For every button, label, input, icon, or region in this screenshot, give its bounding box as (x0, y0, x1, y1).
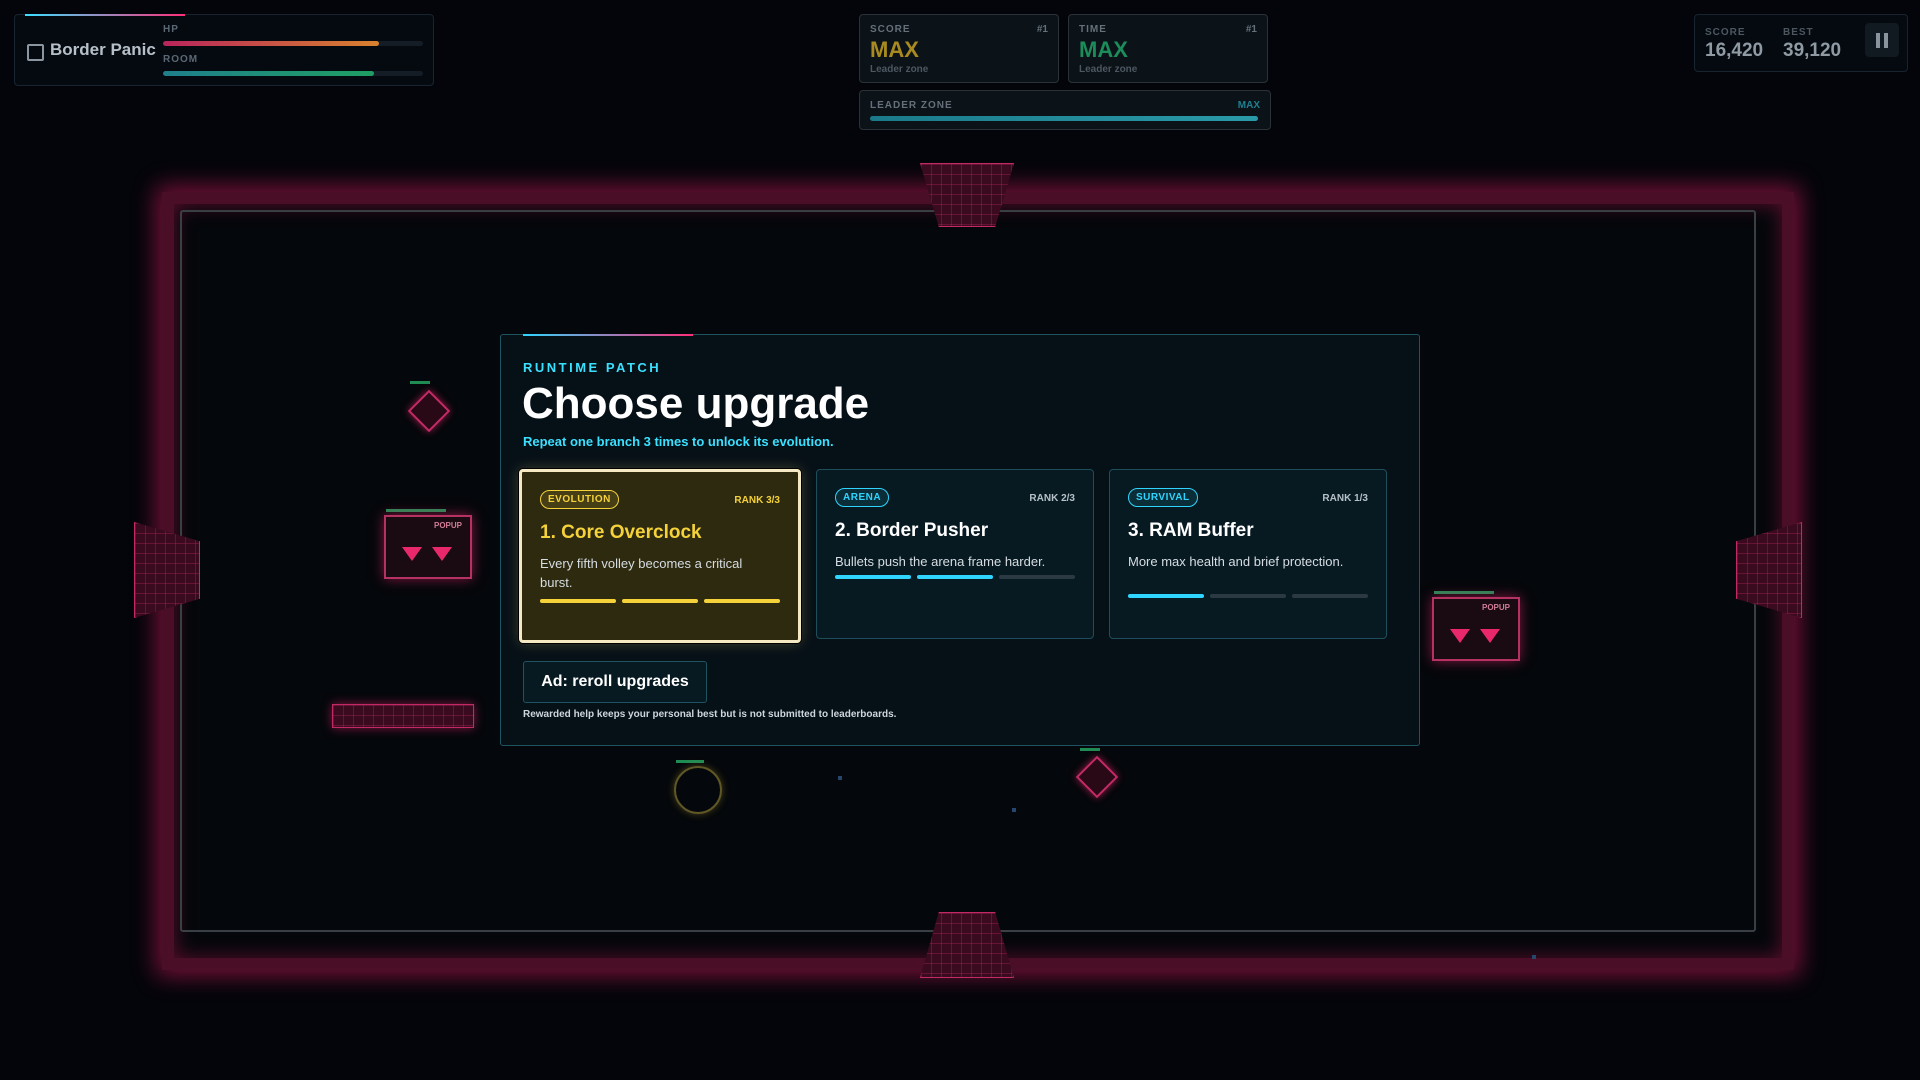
upgrade-progress (1128, 594, 1368, 598)
time-card-value: MAX (1079, 37, 1128, 62)
modal-accent-line (523, 334, 693, 336)
progress-pip (1292, 594, 1368, 598)
arena-barrier (332, 704, 474, 728)
room-label: ROOM (163, 54, 199, 65)
upgrade-card-ram-buffer[interactable]: SURVIVAL RANK 1/3 3. RAM Buffer More max… (1109, 469, 1387, 639)
upgrade-description: More max health and brief protection. (1128, 554, 1344, 569)
hp-bar (163, 41, 423, 46)
leader-zone-label: LEADER ZONE (870, 100, 953, 111)
leader-zone-fill (870, 116, 1258, 121)
upgrade-description: Every fifth volley becomes a critical bu… (540, 556, 743, 590)
enemy-hp-bar (1080, 748, 1100, 751)
modal-subtitle: Repeat one branch 3 times to unlock its … (523, 434, 834, 449)
upgrade-modal: RUNTIME PATCH Choose upgrade Repeat one … (500, 334, 1420, 746)
leader-zone-track (870, 116, 1258, 121)
pause-button[interactable] (1865, 23, 1899, 57)
enemy-hp-bar (386, 509, 446, 512)
enemy-eye-icon (1450, 629, 1470, 643)
popup-enemy: POPUP (1432, 597, 1520, 661)
upgrade-rank: RANK 2/3 (1029, 493, 1075, 504)
upgrade-description: Bullets push the arena frame harder. (835, 554, 1046, 569)
progress-pip (1210, 594, 1286, 598)
progress-pip (704, 599, 780, 603)
upgrade-tag: SURVIVAL (1128, 488, 1198, 507)
progress-pip (999, 575, 1075, 579)
progress-pip (622, 599, 698, 603)
time-card-sub: Leader zone (1079, 64, 1138, 75)
leader-zone-max: MAX (1237, 100, 1260, 111)
popup-enemy-title: POPUP (433, 521, 462, 530)
hp-label: HP (163, 24, 179, 35)
room-bar-fill (163, 71, 374, 76)
player-status-panel: Border Panic HP ROOM (14, 14, 434, 86)
popup-enemy: POPUP (384, 515, 472, 579)
upgrade-progress (540, 599, 780, 603)
upgrade-name: 2. Border Pusher (835, 520, 989, 541)
enemy-eye-icon (432, 547, 452, 561)
panel-accent-line (25, 14, 185, 16)
particle (1012, 808, 1016, 812)
upgrade-tag: ARENA (835, 488, 890, 507)
upgrade-progress (835, 575, 1075, 579)
enemy-hp-bar (1434, 591, 1494, 594)
particle (1532, 955, 1536, 959)
score-value: 16,420 (1705, 40, 1764, 61)
score-card-sub: Leader zone (870, 64, 929, 75)
enemy-eye-icon (402, 547, 422, 561)
score-leader-card: SCORE #1 MAX Leader zone (859, 14, 1059, 83)
upgrade-name: 1. Core Overclock (540, 522, 702, 543)
enemy-eye-icon (1480, 629, 1500, 643)
enemy-hp-bar (676, 760, 704, 763)
upgrade-rank: RANK 3/3 (734, 495, 780, 506)
upgrade-card-core-overclock[interactable]: EVOLUTION RANK 3/3 1. Core Overclock Eve… (519, 469, 801, 643)
hp-bar-fill (163, 41, 379, 46)
modal-eyebrow: RUNTIME PATCH (523, 360, 662, 375)
particle (838, 776, 842, 780)
turret-gear-icon (674, 766, 722, 814)
best-value: 39,120 (1783, 40, 1842, 61)
upgrade-rank: RANK 1/3 (1322, 493, 1368, 504)
upgrade-name: 3. RAM Buffer (1128, 520, 1254, 541)
room-bar (163, 71, 423, 76)
checkbox-icon[interactable] (27, 44, 44, 61)
time-card-rank: #1 (1245, 24, 1257, 35)
score-card-label: SCORE (870, 24, 911, 35)
upgrade-tag: EVOLUTION (540, 490, 619, 509)
game-name: Border Panic (50, 40, 156, 59)
progress-pip (917, 575, 993, 579)
score-label: SCORE (1705, 27, 1746, 38)
score-panel: SCORE 16,420 BEST 39,120 (1694, 14, 1908, 72)
enemy-hp-bar (410, 381, 430, 384)
popup-enemy-title: POPUP (1481, 603, 1510, 612)
upgrade-card-border-pusher[interactable]: ARENA RANK 2/3 2. Border Pusher Bullets … (816, 469, 1094, 639)
progress-pip (540, 599, 616, 603)
best-label: BEST (1783, 27, 1814, 38)
modal-title: Choose upgrade (522, 379, 870, 428)
leader-zone-bar: LEADER ZONE MAX (859, 90, 1271, 130)
reroll-note: Rewarded help keeps your personal best b… (523, 709, 897, 720)
time-card-label: TIME (1079, 24, 1107, 35)
score-card-value: MAX (870, 37, 919, 62)
progress-pip (835, 575, 911, 579)
progress-pip (1128, 594, 1204, 598)
time-leader-card: TIME #1 MAX Leader zone (1068, 14, 1268, 83)
reroll-upgrades-button[interactable]: Ad: reroll upgrades (523, 661, 707, 703)
score-card-rank: #1 (1036, 24, 1048, 35)
